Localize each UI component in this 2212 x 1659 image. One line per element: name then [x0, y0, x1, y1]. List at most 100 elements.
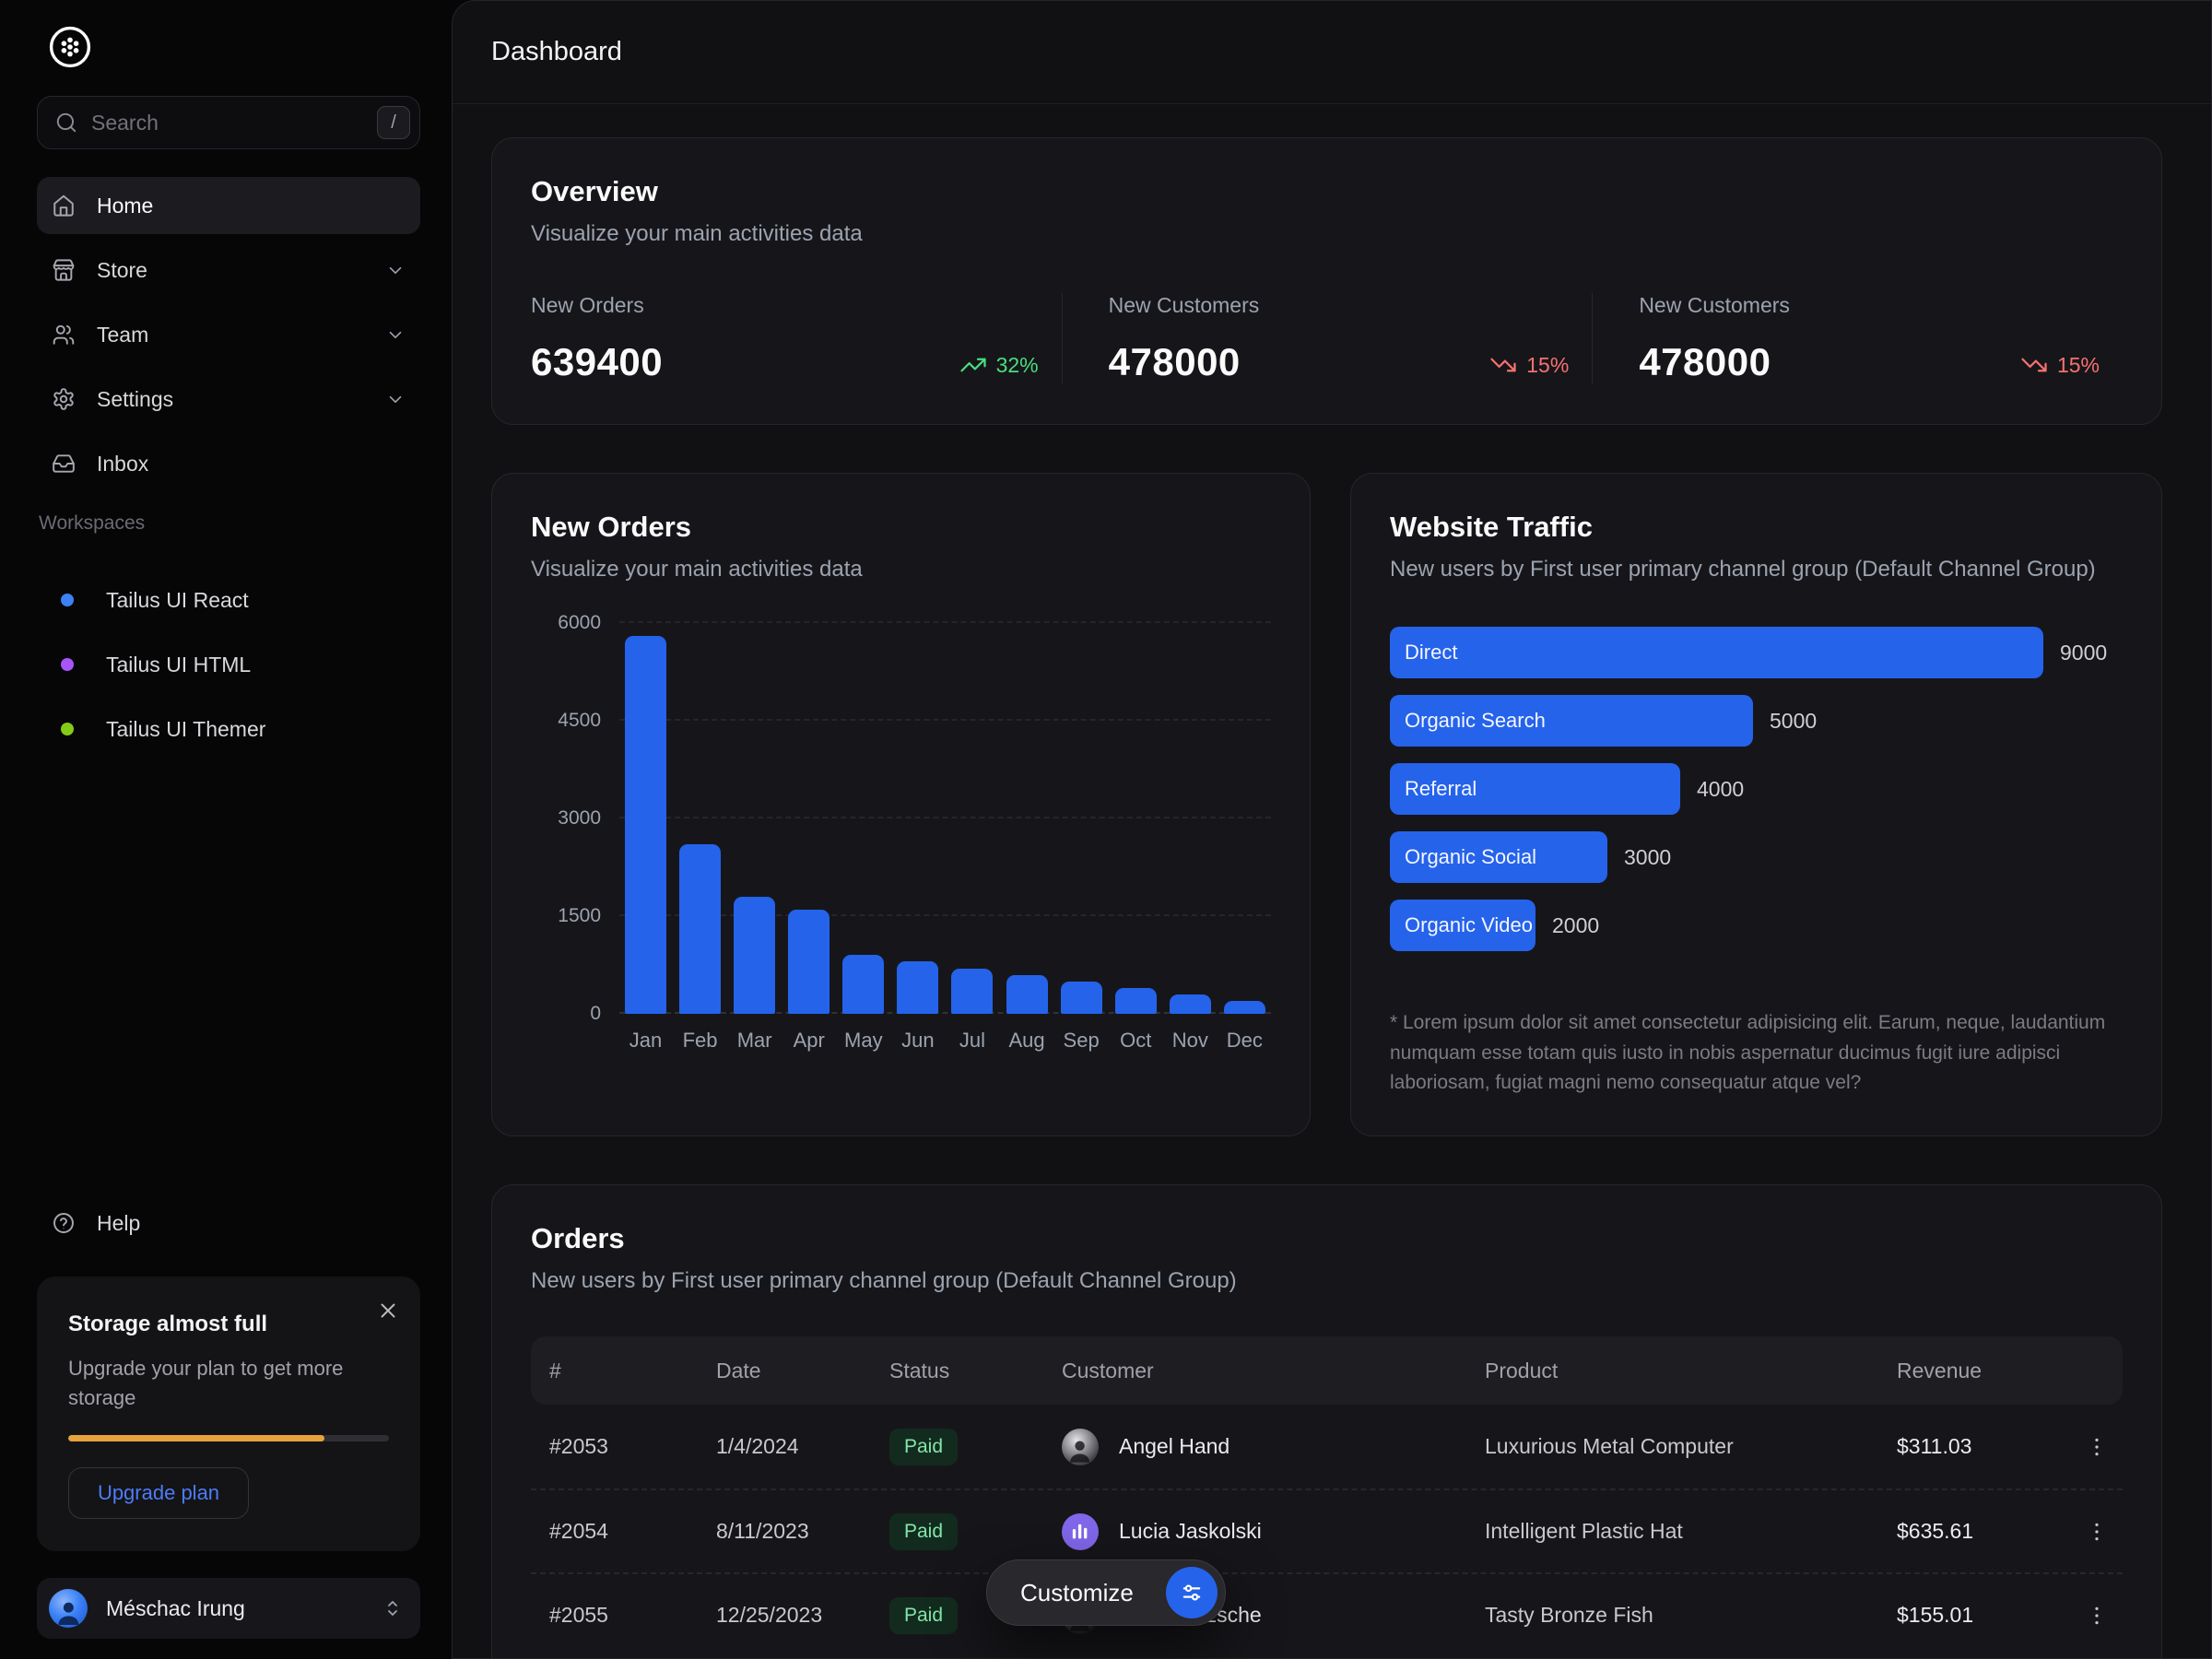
- status-badge: Paid: [889, 1597, 958, 1634]
- avatar: [1062, 1429, 1099, 1465]
- workspace-dot-icon: [61, 594, 74, 606]
- store-icon: [52, 258, 76, 282]
- order-revenue: $635.61: [1878, 1519, 2060, 1544]
- search-input[interactable]: [78, 111, 377, 135]
- sliders-icon: [1166, 1567, 1218, 1618]
- app-root: / HomeStoreTeamSettingsInbox Workspaces …: [0, 0, 2212, 1659]
- workspaces-list: Tailus UI React Tailus UI HTML Tailus UI T…: [37, 571, 420, 765]
- x-tick-label: Mar: [734, 1029, 775, 1053]
- customize-button[interactable]: Customize: [986, 1559, 1226, 1626]
- stat-delta: 15%: [1489, 351, 1569, 379]
- chart-bar: [842, 955, 884, 1014]
- column-header: Status: [871, 1359, 1043, 1383]
- stat-delta: 15%: [2020, 351, 2100, 379]
- order-revenue: $155.01: [1878, 1603, 2060, 1628]
- sidebar-item-home[interactable]: Home: [37, 177, 420, 234]
- stat-block: New Orders63940032%: [531, 293, 1062, 384]
- sidebar-item-store[interactable]: Store: [37, 241, 420, 299]
- sidebar-item-settings[interactable]: Settings: [37, 371, 420, 428]
- orders-table: #DateStatusCustomerProductRevenue #20531…: [531, 1336, 2123, 1656]
- team-icon: [52, 323, 76, 347]
- x-tick-label: Feb: [679, 1029, 721, 1053]
- traffic-bar-value: 9000: [2060, 641, 2107, 665]
- stat-label: New Customers: [1109, 293, 1570, 318]
- stat-label: New Customers: [1639, 293, 2100, 318]
- new-orders-chart: 01500300045006000 JanFebMarAprMayJunJulA…: [531, 623, 1271, 1053]
- stat-block: New Customers47800015%: [1062, 293, 1593, 384]
- x-tick-label: Dec: [1224, 1029, 1265, 1053]
- search-box: /: [37, 96, 420, 149]
- traffic-bar-value: 5000: [1770, 709, 1817, 734]
- traffic-bar-row: Organic Search 5000: [1390, 695, 2123, 747]
- sidebar-nav: Home Store Team Settings Inbox: [37, 177, 420, 500]
- search-shortcut-kbd: /: [377, 106, 410, 139]
- x-tick-label: Jul: [951, 1029, 993, 1053]
- x-tick-label: Sep: [1061, 1029, 1102, 1053]
- sidebar-item-inbox[interactable]: Inbox: [37, 435, 420, 492]
- main-panel: Dashboard Overview Visualize your main a…: [452, 0, 2212, 1659]
- storage-card: Storage almost full Upgrade your plan to…: [37, 1277, 420, 1551]
- help-label: Help: [97, 1211, 140, 1236]
- settings-icon: [52, 387, 76, 411]
- traffic-bar: Organic Search: [1390, 695, 1753, 747]
- topbar: Dashboard: [453, 1, 2211, 104]
- storage-progress: [68, 1435, 389, 1441]
- customer-name: Angel Hand: [1119, 1434, 1230, 1459]
- avatar: [49, 1589, 88, 1628]
- x-axis-labels: JanFebMarAprMayJunJulAugSepOctNovDec: [619, 1029, 1271, 1053]
- workspace-label: Tailus UI HTML: [106, 653, 251, 677]
- y-tick-label: 6000: [558, 612, 601, 634]
- new-orders-title: New Orders: [531, 511, 1271, 544]
- inbox-icon: [52, 452, 76, 476]
- traffic-bar-value: 3000: [1624, 845, 1671, 870]
- sidebar-item-label: Settings: [97, 387, 173, 412]
- row-menu-button[interactable]: [2078, 1429, 2115, 1465]
- sidebar: / HomeStoreTeamSettingsInbox Workspaces …: [0, 0, 452, 1659]
- overview-stats: New Orders63940032%New Customers47800015…: [531, 293, 2123, 384]
- traffic-bar-label: Organic Search: [1405, 709, 1546, 733]
- x-tick-label: Oct: [1115, 1029, 1157, 1053]
- table-body: #20531/4/2024PaidAngel HandLuxurious Met…: [531, 1405, 2123, 1656]
- workspace-item[interactable]: Tailus UI HTML: [37, 636, 420, 693]
- sidebar-item-team[interactable]: Team: [37, 306, 420, 363]
- chart-bar: [1006, 975, 1048, 1014]
- column-header: Revenue: [1878, 1359, 2060, 1383]
- workspace-item[interactable]: Tailus UI React: [37, 571, 420, 629]
- column-header: #: [531, 1359, 698, 1383]
- row-menu-button[interactable]: [2078, 1513, 2115, 1550]
- new-orders-subtitle: Visualize your main activities data: [531, 557, 1271, 582]
- x-tick-label: Apr: [788, 1029, 830, 1053]
- table-row: #20531/4/2024PaidAngel HandLuxurious Met…: [531, 1405, 2123, 1488]
- brand-logo-icon[interactable]: [48, 25, 92, 69]
- stat-delta: 32%: [959, 351, 1039, 379]
- chart-bar: [897, 961, 938, 1014]
- sidebar-item-help[interactable]: Help: [37, 1194, 420, 1252]
- user-name: Méschac Irung: [106, 1596, 245, 1621]
- y-tick-label: 0: [590, 1003, 601, 1025]
- traffic-title: Website Traffic: [1390, 511, 2123, 544]
- chart-bar: [1170, 994, 1211, 1014]
- overview-subtitle: Visualize your main activities data: [531, 221, 2123, 247]
- workspace-item[interactable]: Tailus UI Themer: [37, 700, 420, 758]
- order-date: 8/11/2023: [698, 1519, 871, 1544]
- close-icon[interactable]: [376, 1299, 400, 1323]
- orders-card: Orders New users by First user primary c…: [491, 1184, 2162, 1659]
- customize-label: Customize: [1020, 1579, 1134, 1607]
- traffic-bar-label: Referral: [1405, 777, 1477, 801]
- row-menu-button[interactable]: [2078, 1597, 2115, 1634]
- help-icon: [52, 1211, 76, 1235]
- user-menu[interactable]: Méschac Irung: [37, 1578, 420, 1639]
- upgrade-plan-button[interactable]: Upgrade plan: [68, 1467, 249, 1519]
- home-icon: [52, 194, 76, 218]
- stat-block: New Customers47800015%: [1592, 293, 2123, 384]
- storage-body: Upgrade your plan to get more storage: [68, 1354, 372, 1413]
- y-tick-label: 1500: [558, 905, 601, 927]
- order-id: #2053: [531, 1434, 698, 1459]
- traffic-chart: Direct9000Organic Search5000Referral4000…: [1390, 627, 2123, 951]
- customer-name: Lucia Jaskolski: [1119, 1519, 1262, 1544]
- workspace-label: Tailus UI Themer: [106, 717, 265, 742]
- stat-value: 639400: [531, 340, 663, 384]
- column-header: Product: [1466, 1359, 1878, 1383]
- traffic-bar-value: 2000: [1552, 913, 1599, 938]
- chart-bar: [951, 969, 993, 1014]
